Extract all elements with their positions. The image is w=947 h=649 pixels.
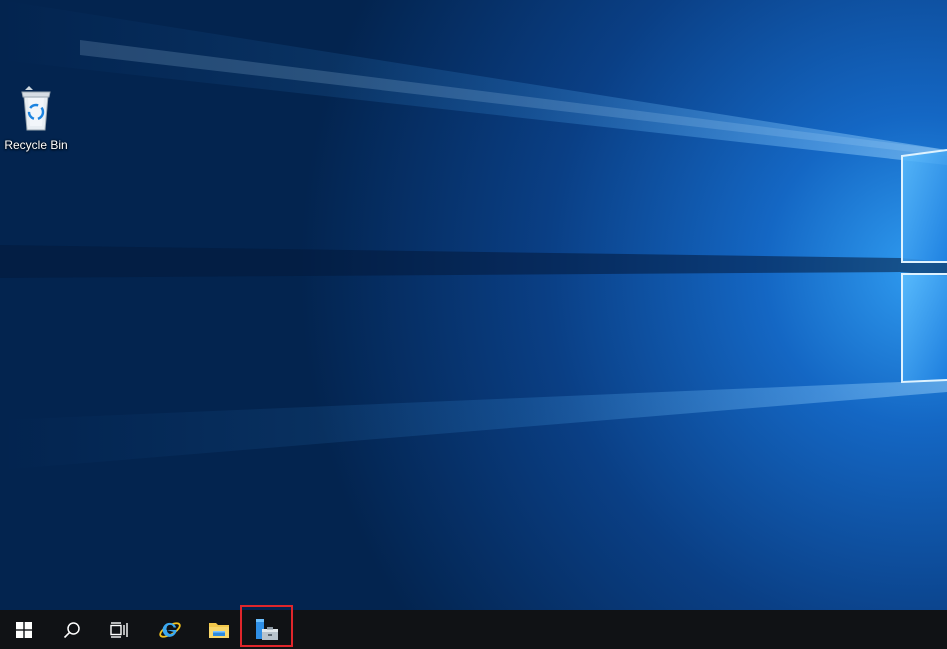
wallpaper [0, 0, 947, 610]
windows-logo-icon [16, 621, 32, 638]
folder-icon [209, 622, 229, 638]
server-manager-icon [256, 618, 278, 640]
desktop-icon-recycle-bin[interactable]: Recycle Bin [2, 86, 70, 160]
start-button[interactable] [0, 610, 48, 649]
recycle-bin-icon [21, 86, 51, 131]
internet-explorer-icon [159, 621, 181, 638]
task-view-icon [110, 621, 128, 638]
desktop-icon-label: Recycle Bin [4, 138, 68, 152]
internet-explorer-button[interactable] [146, 610, 194, 649]
taskbar [0, 610, 947, 649]
file-explorer-button[interactable] [195, 610, 243, 649]
search-icon [63, 621, 80, 638]
desktop[interactable]: Recycle Bin [0, 0, 947, 610]
search-button[interactable] [48, 610, 96, 649]
server-manager-button[interactable] [243, 610, 291, 649]
task-view-button[interactable] [95, 610, 143, 649]
